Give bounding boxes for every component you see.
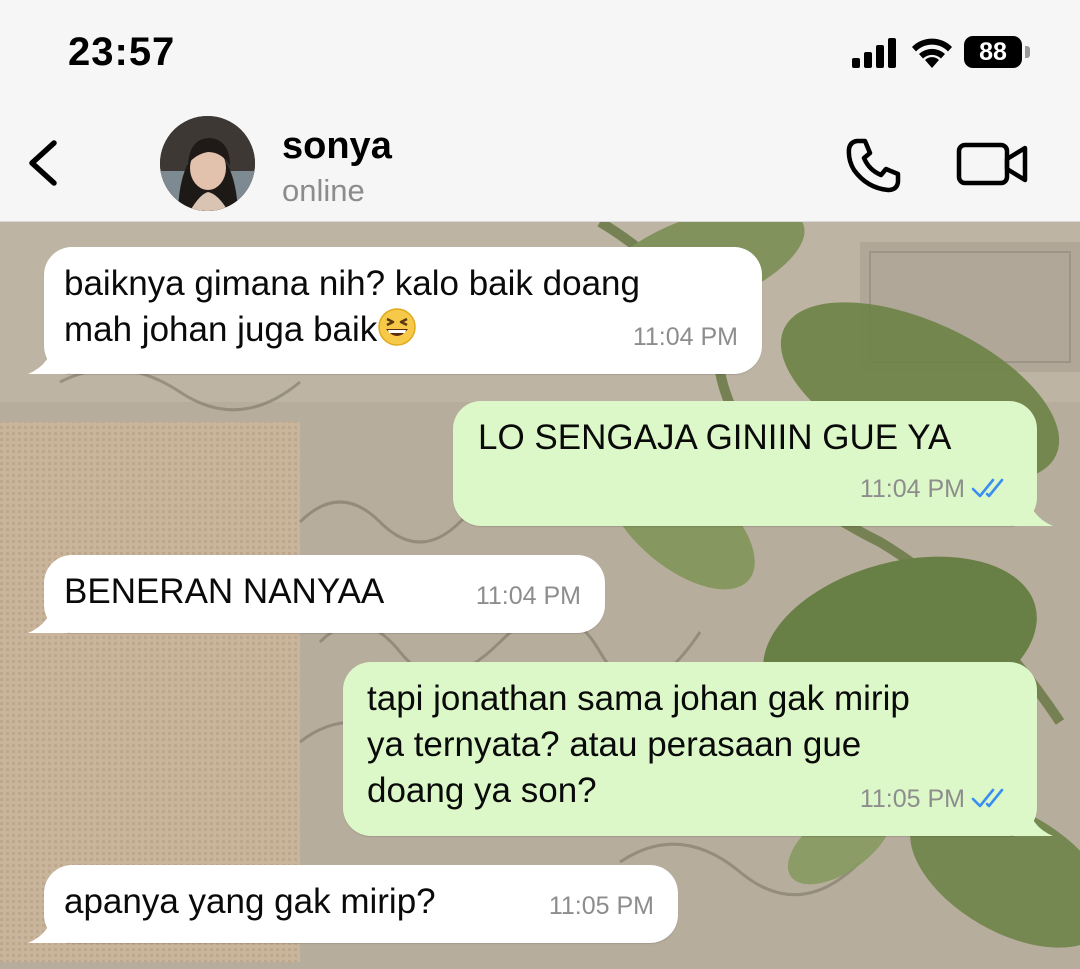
avatar-photo xyxy=(160,116,255,211)
message-bubble-incoming[interactable]: BENERAN NANYAA 11:04 PM xyxy=(28,555,605,633)
message-time: 11:05 PM xyxy=(860,776,1013,822)
back-chevron-icon[interactable] xyxy=(18,133,68,193)
wifi-icon xyxy=(912,38,952,68)
message-line: baiknya gimana nih? kalo baik doang xyxy=(64,264,640,303)
message-line: ya ternyata? atau perasaan gue xyxy=(367,725,862,764)
message-line: mah johan juga baik xyxy=(64,310,378,349)
double-check-icon xyxy=(971,478,1004,498)
message-timestamp: 11:04 PM xyxy=(632,323,738,351)
chat-header: sonya online xyxy=(0,105,1080,222)
double-check-icon xyxy=(971,788,1004,808)
bubble-tail xyxy=(1013,800,1053,836)
avatar[interactable] xyxy=(160,116,255,211)
video-camera-icon[interactable] xyxy=(955,139,1031,189)
message-time: 11:04 PM xyxy=(633,314,738,360)
message-line: tapi jonathan sama johan gak mirip xyxy=(367,679,910,718)
message-time: 11:04 PM xyxy=(860,466,1013,512)
bubble-tail xyxy=(28,907,68,943)
message-bubble-outgoing[interactable]: tapi jonathan sama johan gak mirip ya te… xyxy=(343,662,1053,836)
message-line: LO SENGAJA GINIIN GUE YA xyxy=(478,418,952,457)
battery-level: 88 xyxy=(964,36,1022,68)
phone-icon[interactable] xyxy=(843,135,905,195)
message-timestamp: 11:05 PM xyxy=(859,785,965,813)
message-time: 11:04 PM xyxy=(476,573,581,619)
message-bubble-outgoing[interactable]: LO SENGAJA GINIIN GUE YA 11:04 PM xyxy=(453,401,1053,526)
bubble-tail xyxy=(28,338,68,374)
message-bubble-incoming[interactable]: apanya yang gak mirip? 11:05 PM xyxy=(28,865,678,943)
contact-status: online xyxy=(282,173,365,208)
message-timestamp: 11:05 PM xyxy=(548,892,654,920)
status-time: 23:57 xyxy=(68,30,176,74)
chat-area[interactable]: baiknya gimana nih? kalo baik doang mah … xyxy=(0,222,1080,969)
message-time: 11:05 PM xyxy=(549,883,654,929)
bubble-tail xyxy=(1013,490,1053,526)
message-timestamp: 11:04 PM xyxy=(859,475,965,503)
contact-name[interactable]: sonya xyxy=(282,125,392,168)
bubble-tail xyxy=(28,597,68,633)
signal-icon xyxy=(852,38,896,68)
grinning-squinting-face-icon xyxy=(378,308,417,346)
battery-icon: 88 xyxy=(964,36,1034,70)
message-text: LO SENGAJA GINIIN GUE YA xyxy=(473,415,1017,461)
status-bar: 23:57 88 xyxy=(0,0,1080,105)
message-timestamp: 11:04 PM xyxy=(475,582,581,610)
battery-tip xyxy=(1025,46,1030,58)
message-bubble-incoming[interactable]: baiknya gimana nih? kalo baik doang mah … xyxy=(28,247,762,374)
